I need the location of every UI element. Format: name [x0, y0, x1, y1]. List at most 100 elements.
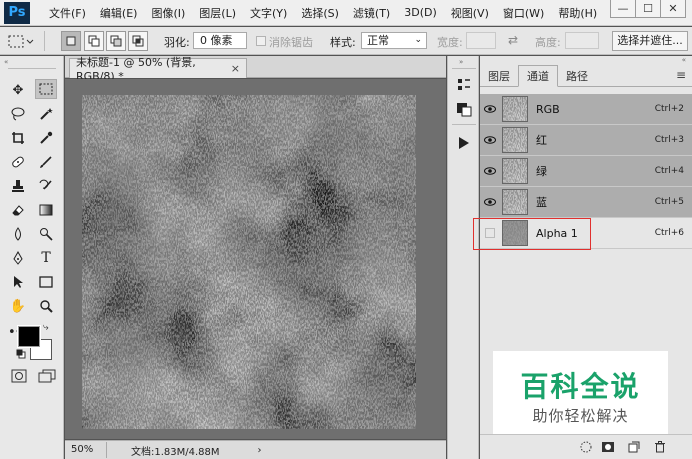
eyedropper-tool-icon[interactable] [35, 128, 57, 148]
status-menu-arrow-icon[interactable]: › [258, 445, 262, 456]
select-and-mask-button[interactable]: 选择并遮住... [612, 31, 688, 51]
default-colors-icon[interactable] [16, 349, 26, 362]
type-tool-icon[interactable]: T [35, 248, 57, 268]
width-input[interactable] [466, 32, 496, 49]
minimize-button[interactable]: — [610, 0, 636, 18]
lasso-tool-icon[interactable] [7, 104, 29, 124]
eraser-tool-icon[interactable] [7, 200, 29, 220]
gradient-tool-icon[interactable] [35, 200, 57, 220]
swap-colors-icon[interactable]: ⤷ [43, 322, 49, 333]
path-selection-tool-icon[interactable] [7, 272, 29, 292]
panel-menu-icon[interactable]: ≡ [676, 68, 686, 82]
rectangular-marquee-tool-icon[interactable] [35, 79, 57, 99]
channel-name: 红 [536, 134, 547, 147]
add-selection-icon[interactable] [84, 31, 104, 51]
load-channel-as-selection-icon[interactable] [578, 439, 594, 455]
separator [44, 31, 45, 51]
menu-window[interactable]: 窗口(W) [496, 5, 551, 21]
tab-channels[interactable]: 通道 [518, 65, 558, 87]
feather-label: 羽化: [164, 36, 190, 49]
swap-dimensions-icon[interactable]: ⇄ [508, 33, 518, 47]
separator [452, 124, 476, 125]
trash-icon[interactable] [652, 439, 668, 455]
channel-shortcut: Ctrl+3 [654, 135, 684, 145]
style-label: 样式: [330, 36, 356, 49]
blur-tool-icon[interactable] [7, 224, 29, 244]
zoom-level-field[interactable]: 50% [65, 442, 107, 458]
menu-layer[interactable]: 图层(L) [192, 5, 243, 21]
screen-mode-icon[interactable] [38, 369, 56, 386]
menu-filter[interactable]: 滤镜(T) [346, 5, 397, 21]
collapse-toolbar-icon[interactable]: « [4, 58, 8, 66]
rectangle-tool-icon[interactable] [35, 272, 57, 292]
channel-row-alpha-1[interactable]: Alpha 1 Ctrl+6 [480, 218, 692, 249]
new-channel-icon[interactable] [626, 439, 642, 455]
visibility-eye-icon[interactable] [480, 156, 500, 187]
menu-view[interactable]: 视图(V) [444, 5, 496, 21]
healing-brush-tool-icon[interactable] [7, 152, 29, 172]
dodge-tool-icon[interactable] [35, 224, 57, 244]
style-select[interactable]: 正常 ⌄ [361, 32, 427, 49]
collapsed-panel-dock: » [447, 56, 479, 459]
close-button[interactable]: ✕ [660, 0, 686, 18]
panel-footer [480, 434, 692, 459]
canvas-image[interactable] [82, 95, 416, 429]
pen-tool-icon[interactable] [7, 248, 29, 268]
actions-play-icon[interactable] [454, 134, 474, 152]
canvas-area[interactable] [65, 79, 446, 439]
history-panel-icon[interactable] [454, 76, 474, 94]
height-input[interactable] [565, 32, 599, 49]
magic-wand-tool-icon[interactable] [35, 104, 57, 124]
menu-edit[interactable]: 编辑(E) [93, 5, 145, 21]
menu-file[interactable]: 文件(F) [42, 5, 93, 21]
separator [8, 68, 56, 69]
tab-layers[interactable]: 图层 [480, 65, 518, 87]
quick-mask-icon[interactable] [11, 369, 27, 386]
channel-name: 蓝 [536, 196, 547, 209]
menu-help[interactable]: 帮助(H) [551, 5, 604, 21]
clone-stamp-tool-icon[interactable] [7, 176, 29, 196]
visibility-eye-icon[interactable] [480, 94, 500, 125]
channel-row-rgb[interactable]: RGB Ctrl+2 [480, 94, 692, 125]
menu-select[interactable]: 选择(S) [294, 5, 346, 21]
collapse-panel-icon[interactable]: « [682, 56, 686, 64]
crop-tool-icon[interactable] [7, 128, 29, 148]
channel-name: 绿 [536, 165, 547, 178]
channel-row-green[interactable]: 绿 Ctrl+4 [480, 156, 692, 187]
tab-paths[interactable]: 路径 [558, 65, 596, 87]
intersect-selection-icon[interactable] [128, 31, 148, 51]
maximize-button[interactable]: ☐ [635, 0, 661, 18]
channel-list: RGB Ctrl+2 红 Ctrl+3 绿 Ctrl+4 蓝 Ctrl+5 Al… [480, 94, 692, 249]
zoom-tool-icon[interactable] [35, 296, 57, 316]
photoshop-logo[interactable]: Ps [4, 1, 30, 24]
close-icon[interactable]: × [231, 62, 240, 75]
menu-type[interactable]: 文字(Y) [243, 5, 294, 21]
properties-panel-icon[interactable] [454, 100, 474, 118]
menu-image[interactable]: 图像(I) [144, 5, 192, 21]
antialias-checkbox[interactable] [256, 36, 266, 46]
expand-panels-icon[interactable]: » [459, 58, 463, 66]
move-tool-icon[interactable]: ✥ [7, 80, 29, 100]
hidden-eye-box [485, 228, 495, 238]
foreground-color-swatch[interactable] [17, 325, 41, 348]
channel-row-blue[interactable]: 蓝 Ctrl+5 [480, 187, 692, 218]
brush-tool-icon[interactable] [35, 152, 57, 172]
document-size-info[interactable]: 文档:1.83M/4.88M [131, 443, 220, 458]
marquee-preset-icon[interactable] [8, 35, 34, 52]
channel-shortcut: Ctrl+6 [654, 228, 684, 238]
chevron-down-icon: ⌄ [414, 35, 422, 45]
watermark-subtitle: 助你轻松解决 [532, 407, 629, 425]
feather-input[interactable]: 0 像素 [193, 32, 247, 49]
visibility-toggle-empty[interactable] [480, 218, 500, 249]
menu-3d[interactable]: 3D(D) [397, 6, 444, 19]
channel-row-red[interactable]: 红 Ctrl+3 [480, 125, 692, 156]
document-tab[interactable]: 未标题-1 @ 50% (背景, RGB/8) * × [69, 56, 247, 83]
hand-tool-icon[interactable]: ✋ [7, 296, 29, 316]
new-selection-icon[interactable] [61, 31, 81, 51]
save-selection-as-channel-icon[interactable] [600, 439, 616, 455]
channel-thumbnail [502, 220, 528, 246]
history-brush-tool-icon[interactable] [35, 176, 57, 196]
subtract-selection-icon[interactable] [106, 31, 126, 51]
visibility-eye-icon[interactable] [480, 187, 500, 218]
visibility-eye-icon[interactable] [480, 125, 500, 156]
